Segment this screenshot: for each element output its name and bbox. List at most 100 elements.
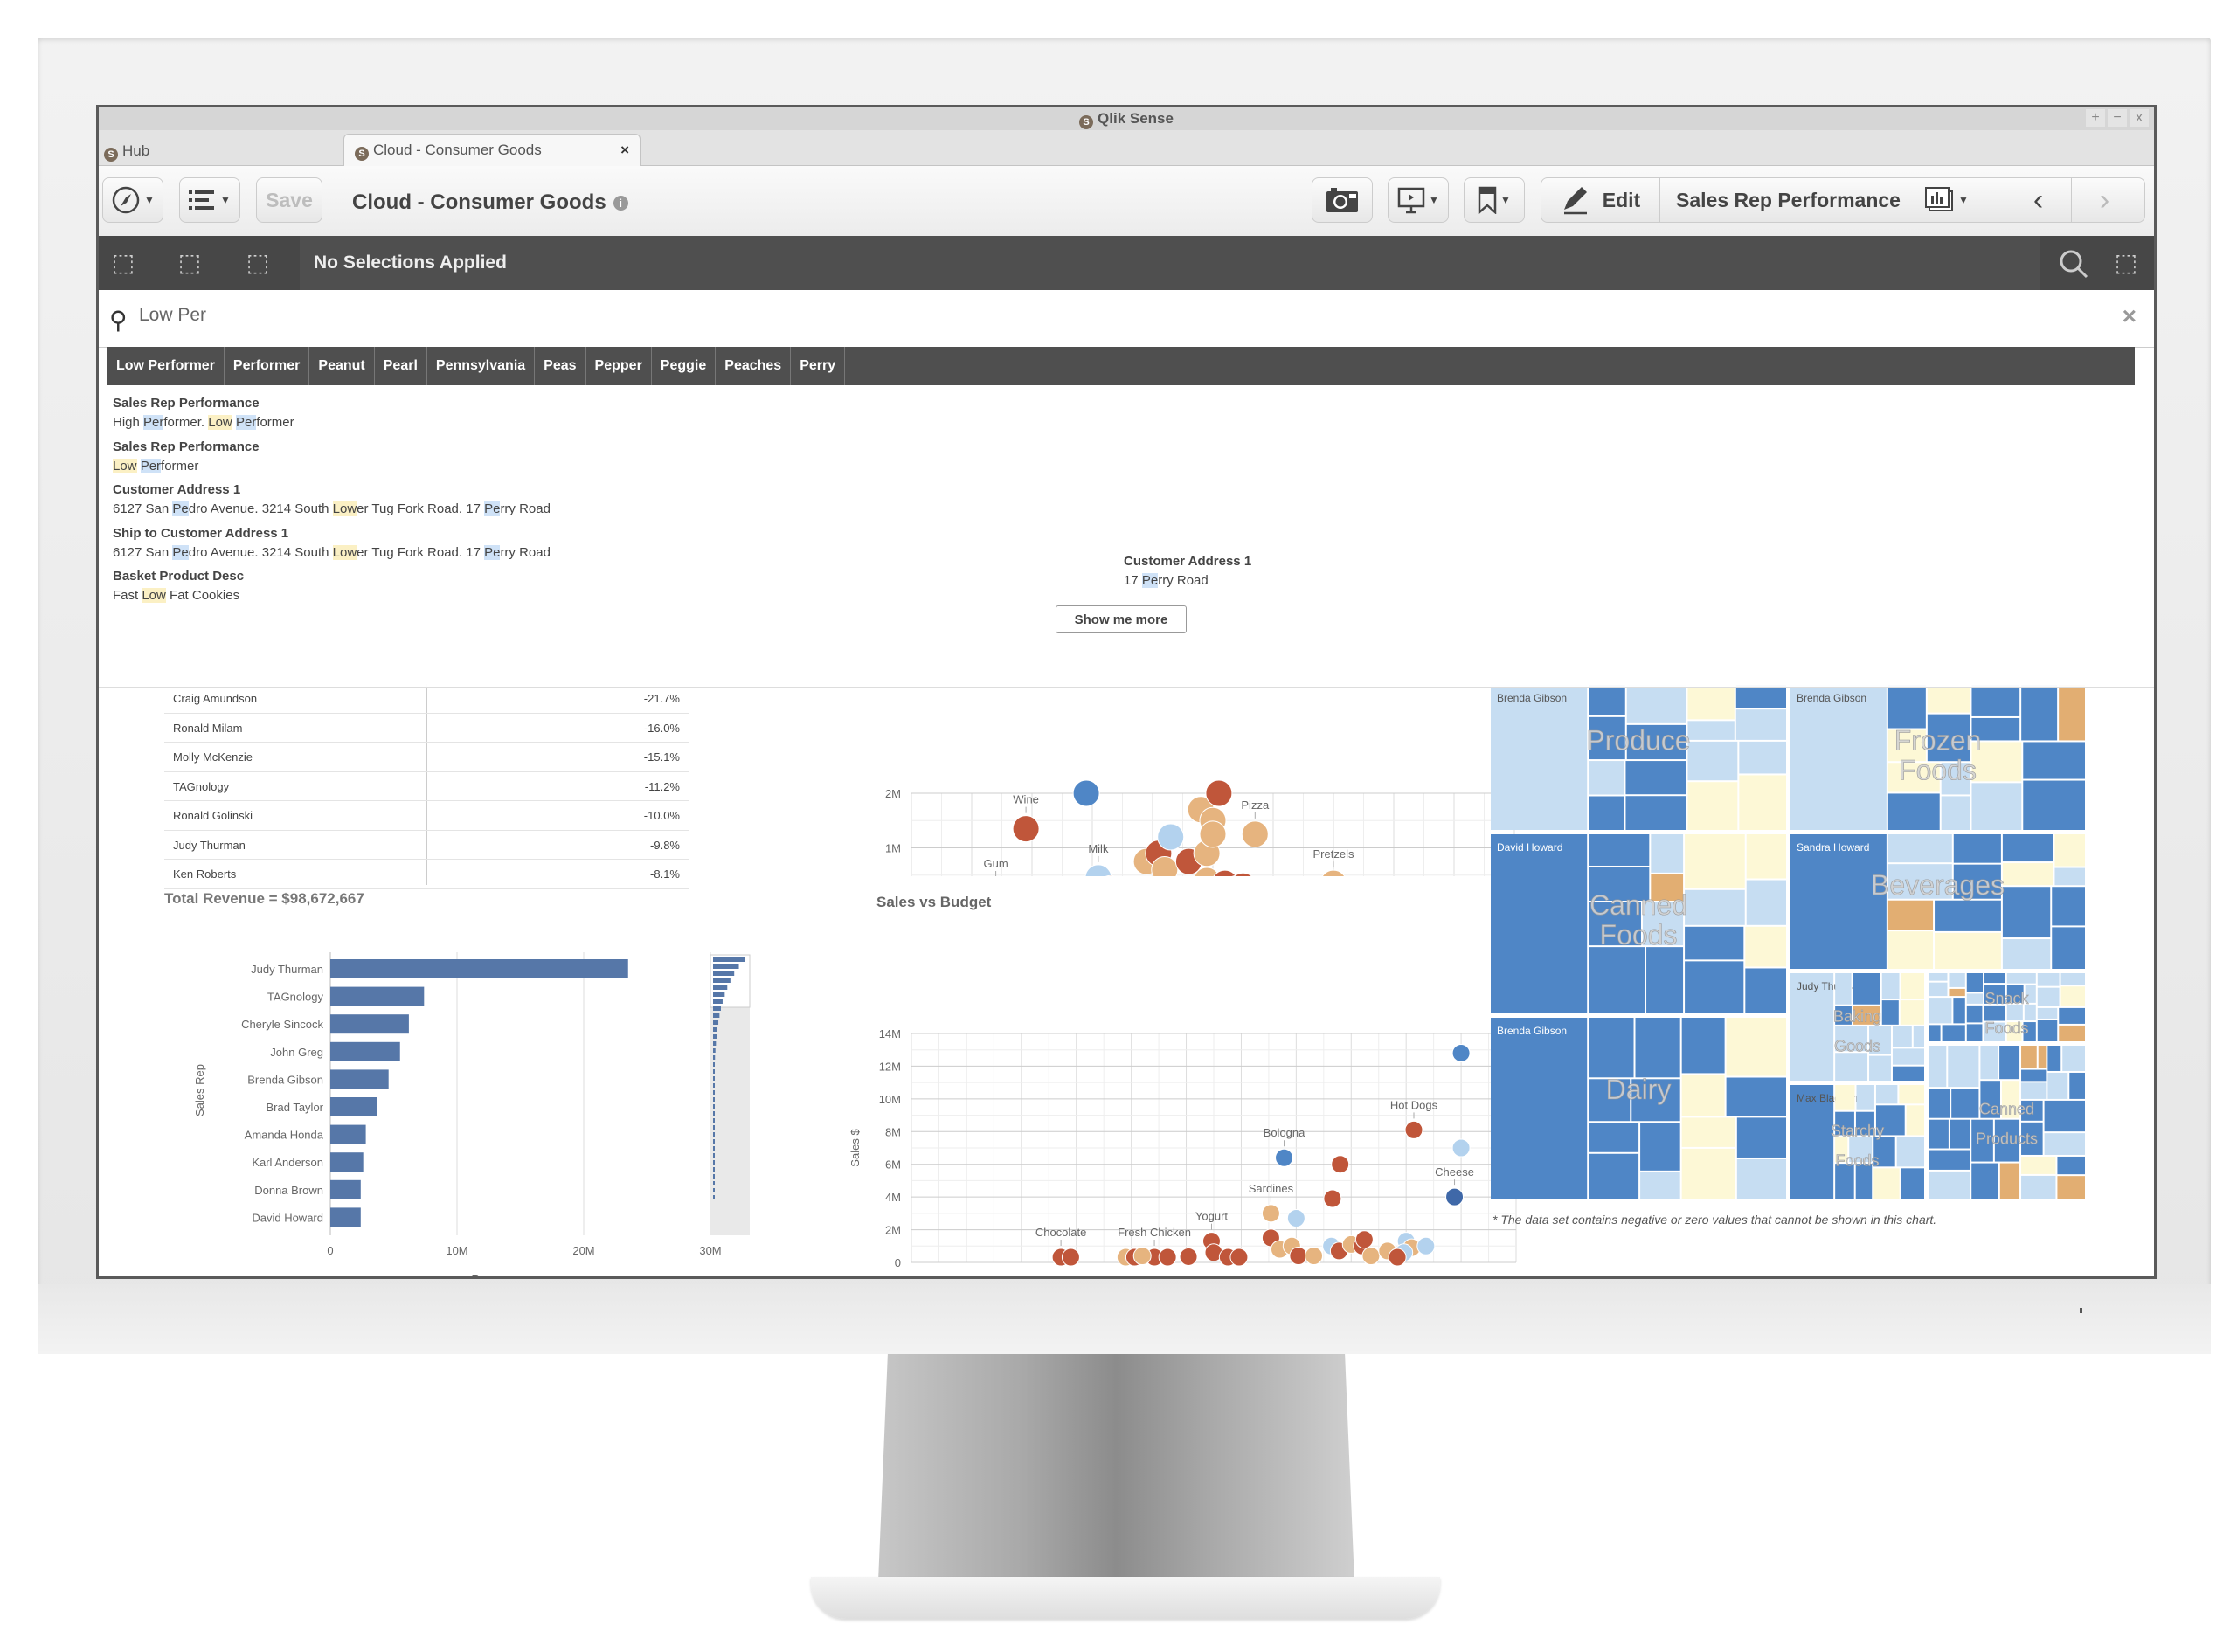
tab-hub[interactable]: S Hub	[99, 137, 345, 165]
snapshot-button[interactable]	[1312, 177, 1373, 223]
search-chip[interactable]: Peanut	[309, 347, 375, 385]
search-chip[interactable]: Low Performer	[107, 347, 225, 385]
treemap-cell	[1913, 1026, 1924, 1047]
table-row[interactable]: TAGnology -11.2%	[164, 772, 689, 801]
data-point	[1261, 1204, 1280, 1223]
treemap-cell	[1589, 834, 1650, 866]
treemap-cell	[2059, 685, 2085, 741]
result-text: Fast	[113, 588, 142, 603]
search-result-item[interactable]: Customer Address 1 6127 San Pedro Avenue.…	[113, 482, 551, 516]
treemap-cell	[1949, 988, 1965, 997]
search-chip[interactable]: Perry	[791, 347, 846, 385]
navigation-button[interactable]: ▼	[102, 177, 163, 223]
step-forward-icon[interactable]: ⬚	[170, 248, 209, 278]
search-result-secondary[interactable]: Customer Address 1 17 Perry Road	[1124, 554, 1251, 588]
search-result-item[interactable]: Sales Rep Performance High Performer. Low…	[113, 396, 294, 430]
sheets-list-button[interactable]: ▼	[179, 177, 240, 223]
treemap-rep-label: David Howard	[1497, 841, 1562, 854]
treemap-cell	[2060, 973, 2085, 985]
bar	[330, 1014, 409, 1034]
close-search-icon[interactable]: ×	[2123, 302, 2137, 330]
search-icon[interactable]	[2058, 248, 2089, 280]
toolbar: ▼ ▼ Save Cloud - Consumer Goods i ▼ ▼ Edi…	[99, 166, 2154, 236]
treemap-rep-label: Brenda Gibson	[1797, 692, 1866, 704]
close-tab-icon[interactable]: ×	[620, 135, 629, 166]
search-chip[interactable]: Pepper	[586, 347, 652, 385]
treemap-rep-label: Sandra Howard	[1797, 841, 1869, 854]
treemap-cell	[1971, 685, 2020, 716]
table-row[interactable]: Ronald Milam -16.0%	[164, 714, 689, 743]
treemap-cell	[1881, 973, 1900, 999]
data-point	[1179, 1247, 1198, 1266]
sales-rep-table: Craig Amundson -21.7% Ronald Milam -16.0% Mo…	[164, 684, 689, 889]
clear-selections-icon[interactable]: ⬚	[239, 248, 277, 278]
search-chip[interactable]: Peas	[535, 347, 586, 385]
search-chip[interactable]: Peaches	[716, 347, 792, 385]
save-button[interactable]: Save	[256, 177, 322, 223]
point-label: Gum	[984, 857, 1008, 870]
result-text: 6127 San	[113, 544, 173, 560]
minimap-bar	[713, 1167, 715, 1172]
minimize-button[interactable]: −	[2108, 109, 2127, 127]
search-result-item[interactable]: Sales Rep Performance Low Performer	[113, 439, 260, 473]
match-highlight: Low	[332, 501, 357, 516]
treemap-cell	[2060, 986, 2085, 1006]
rep-name: Craig Amundson	[173, 692, 258, 705]
treemap-cell	[1491, 1018, 1588, 1199]
search-chip[interactable]: Pearl	[375, 347, 427, 385]
data-point	[1132, 1247, 1152, 1266]
treemap-cell	[1999, 1046, 2020, 1080]
next-sheet-button[interactable]: ›	[2072, 178, 2137, 222]
treemap-cell	[2021, 1069, 2047, 1082]
search-chip[interactable]: Peggie	[652, 347, 717, 385]
table-row[interactable]: Molly McKenzie -15.1%	[164, 743, 689, 772]
bookmarks-button[interactable]: ▼	[1464, 177, 1525, 223]
treemap-cell	[1790, 834, 1887, 969]
step-back-icon[interactable]: ⬚	[104, 248, 142, 278]
search-chip[interactable]: Pennsylvania	[427, 347, 536, 385]
treemap-cell	[1739, 775, 1786, 830]
treemap-cell	[1726, 1018, 1786, 1076]
storytelling-button[interactable]: ▼	[1388, 177, 1449, 223]
treemap-cell	[1626, 685, 1686, 723]
show-me-more-button[interactable]: Show me more	[1056, 605, 1187, 633]
table-row[interactable]: Ronald Golinski -10.0%	[164, 801, 689, 831]
result-values: High Performer. Low Performer	[113, 415, 294, 430]
point-label: Fresh Chicken	[1118, 1226, 1191, 1239]
point-label: Bologna	[1264, 1126, 1305, 1139]
search-result-item[interactable]: Basket Product Desc Fast Low Fat Cookies	[113, 569, 244, 603]
result-field-name: Basket Product Desc	[113, 569, 245, 584]
previous-sheet-button[interactable]: ‹	[2005, 178, 2072, 222]
point-label: Milk	[1088, 842, 1109, 855]
search-result-item[interactable]: Ship to Customer Address 1 6127 San Pedro…	[113, 526, 551, 560]
treemap-cell	[1589, 1123, 1639, 1152]
search-chip[interactable]: Performer	[225, 347, 310, 385]
result-text: er Tug Fork Road. 17	[357, 501, 485, 516]
minimap-bar	[713, 992, 725, 997]
minimap-bar	[713, 964, 739, 969]
maximize-button[interactable]: +	[2086, 109, 2105, 127]
data-point	[1229, 1248, 1249, 1267]
treemap-cell	[2021, 1156, 2056, 1174]
y-tick-label: 12M	[879, 1060, 901, 1073]
treemap-cell	[2002, 939, 2051, 969]
treemap-cell	[2021, 685, 2058, 741]
minimap-bar	[713, 1013, 720, 1018]
treemap-cell	[1856, 1085, 1874, 1110]
close-window-button[interactable]: x	[2130, 109, 2149, 127]
tab-cloud-consumer-goods[interactable]: S Cloud - Consumer Goods ×	[343, 134, 641, 166]
search-input[interactable]	[137, 304, 665, 327]
sheet-selector[interactable]: Sales Rep Performance ▼	[1660, 178, 2005, 222]
compass-icon	[112, 186, 140, 214]
edit-button[interactable]: Edit	[1541, 178, 1660, 222]
selection-tool-icon[interactable]: ⬚	[2107, 248, 2145, 278]
table-row[interactable]: Craig Amundson -21.7%	[164, 684, 689, 714]
y-tick-label: 2M	[885, 787, 901, 800]
info-icon[interactable]: i	[613, 196, 628, 211]
data-point	[1199, 820, 1227, 848]
match-highlight: Low	[332, 544, 357, 560]
treemap-cell	[1892, 1048, 1924, 1065]
table-row[interactable]: Judy Thurman -9.8%	[164, 831, 689, 860]
treemap-cell	[1899, 1085, 1924, 1104]
table-row[interactable]: Ken Roberts -8.1%	[164, 860, 689, 889]
